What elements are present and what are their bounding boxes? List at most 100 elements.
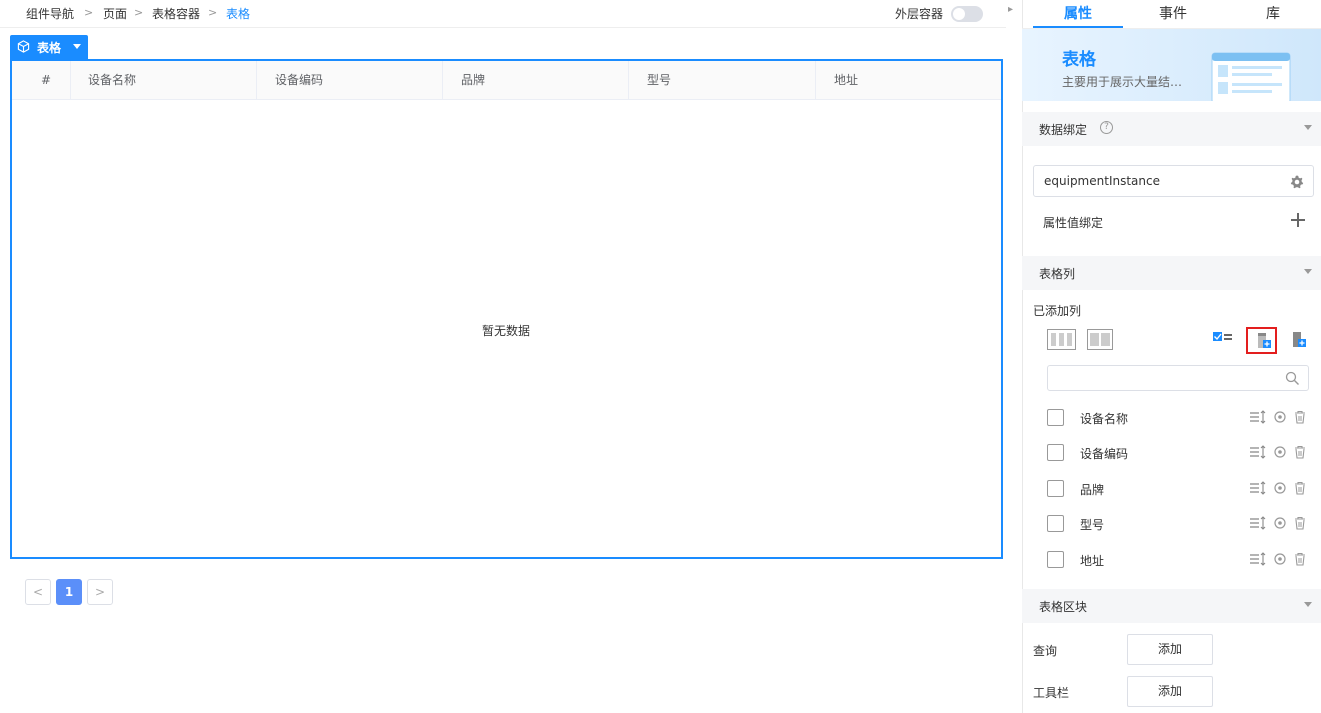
column-divider: [256, 61, 257, 100]
column-name: 型号: [1080, 518, 1105, 532]
breadcrumb-current: 表格: [226, 7, 251, 21]
gear-icon: [1274, 482, 1286, 494]
component-tag-label: 表格: [37, 41, 62, 55]
sort-icon: [1250, 481, 1266, 495]
column-header: 型号: [647, 73, 672, 87]
add-query-button[interactable]: 添加: [1127, 634, 1213, 665]
checkbox-column-icon[interactable]: [1213, 331, 1233, 350]
property-binding-label: 属性值绑定: [1043, 216, 1104, 230]
column-checkbox[interactable]: [1047, 444, 1064, 461]
breadcrumb-item[interactable]: 页面: [103, 5, 127, 22]
added-columns-label: 已添加列: [1033, 304, 1082, 318]
breadcrumb-item[interactable]: 组件导航: [26, 5, 74, 22]
caret-down-icon[interactable]: [72, 41, 82, 51]
column-item: 设备编码: [1022, 436, 1321, 470]
data-binding-input[interactable]: equipmentInstance: [1033, 165, 1314, 197]
add-toolbar-button[interactable]: 添加: [1127, 676, 1213, 707]
column-name: 设备名称: [1080, 412, 1129, 426]
column-item: 型号: [1022, 507, 1321, 541]
chevron-right-icon: >: [134, 6, 144, 19]
column-search-input[interactable]: [1047, 365, 1309, 391]
column-checkbox[interactable]: [1047, 551, 1064, 568]
outer-container-label: 外层容器: [895, 7, 944, 21]
add-icon[interactable]: [1290, 212, 1306, 228]
add-column-button[interactable]: [1246, 327, 1277, 354]
section-title: 数据绑定: [1039, 123, 1088, 137]
collapse-panel-arrow-icon[interactable]: ▸: [1008, 4, 1013, 15]
component-description: 主要用于展示大量结…: [1062, 75, 1183, 89]
column-item: 品牌: [1022, 472, 1321, 506]
column-checkbox[interactable]: [1047, 480, 1064, 497]
add-column-icon: [1258, 333, 1271, 348]
table-frame[interactable]: [10, 59, 1003, 559]
component-tag[interactable]: 表格: [10, 35, 88, 59]
column-name: 地址: [1080, 554, 1105, 568]
search-icon[interactable]: [1285, 371, 1300, 386]
sort-icon: [1250, 552, 1266, 566]
column-header: 设备编码: [275, 73, 324, 87]
tab-library[interactable]: 库: [1228, 0, 1318, 28]
help-icon[interactable]: ?: [1100, 121, 1113, 134]
insert-column-icon[interactable]: [1289, 331, 1307, 352]
sort-icon: [1250, 410, 1266, 424]
chevron-right-icon: >: [84, 6, 94, 19]
fit-width-icon[interactable]: [1087, 329, 1113, 353]
column-divider: [815, 61, 816, 100]
block-label-toolbar: 工具栏: [1033, 686, 1070, 700]
column-checkbox[interactable]: [1047, 515, 1064, 532]
gear-icon: [1274, 411, 1286, 423]
column-divider: [442, 61, 443, 100]
column-item: 设备名称: [1022, 401, 1321, 435]
pagination-next-button[interactable]: >: [87, 579, 113, 605]
delete-icon: [1295, 552, 1305, 566]
column-actions: [1250, 445, 1308, 462]
column-divider: [70, 61, 71, 100]
column-actions: [1250, 516, 1308, 533]
outer-container-toggle[interactable]: [951, 6, 983, 22]
column-checkbox[interactable]: [1047, 409, 1064, 426]
section-table-columns[interactable]: 表格列: [1022, 256, 1321, 290]
column-name: 品牌: [1080, 483, 1105, 497]
cube-icon: [17, 40, 30, 53]
sort-icon: [1250, 445, 1266, 459]
empty-state-text: 暂无数据: [482, 324, 531, 338]
chevron-right-icon: >: [208, 6, 218, 19]
gear-icon: [1274, 446, 1286, 458]
gear-icon: [1274, 553, 1286, 565]
column-name: 设备编码: [1080, 447, 1129, 461]
delete-icon: [1295, 445, 1305, 459]
pagination-prev-button[interactable]: <: [25, 579, 51, 605]
table-header: # 设备名称 设备编码 品牌 型号 地址: [12, 61, 1001, 100]
delete-icon: [1295, 481, 1305, 495]
section-title: 表格列: [1039, 267, 1076, 281]
block-label-query: 查询: [1033, 644, 1058, 658]
tab-events[interactable]: 事件: [1128, 0, 1218, 28]
chevron-down-icon[interactable]: [1304, 269, 1312, 274]
column-actions: [1250, 552, 1308, 569]
chevron-down-icon[interactable]: [1304, 125, 1312, 130]
data-binding-value: equipmentInstance: [1044, 174, 1160, 188]
column-divider: [628, 61, 629, 100]
sort-icon: [1250, 516, 1266, 530]
section-data-binding[interactable]: 数据绑定 ?: [1022, 112, 1321, 146]
column-header: 品牌: [461, 73, 486, 87]
pagination-page-1[interactable]: 1: [56, 579, 82, 605]
toggle-knob: [953, 8, 965, 20]
section-title: 表格区块: [1039, 600, 1088, 614]
component-title: 表格: [1062, 50, 1096, 70]
column-item: 地址: [1022, 543, 1321, 577]
column-actions: [1250, 481, 1308, 498]
tab-properties[interactable]: 属性: [1033, 0, 1123, 28]
delete-icon: [1295, 410, 1305, 424]
top-bar: 组件导航 > 页面 > 表格容器 > 表格 外层容器: [0, 0, 1006, 28]
equal-width-icon[interactable]: [1047, 329, 1076, 353]
column-header-index: #: [41, 73, 52, 87]
delete-icon: [1295, 516, 1305, 530]
section-table-blocks[interactable]: 表格区块: [1022, 589, 1321, 623]
gear-icon[interactable]: [1289, 174, 1305, 190]
chevron-down-icon[interactable]: [1304, 602, 1312, 607]
column-header: 地址: [834, 73, 859, 87]
table-illustration-icon: [1211, 52, 1291, 101]
breadcrumb-item[interactable]: 表格容器: [152, 5, 200, 22]
column-actions: [1250, 410, 1308, 427]
